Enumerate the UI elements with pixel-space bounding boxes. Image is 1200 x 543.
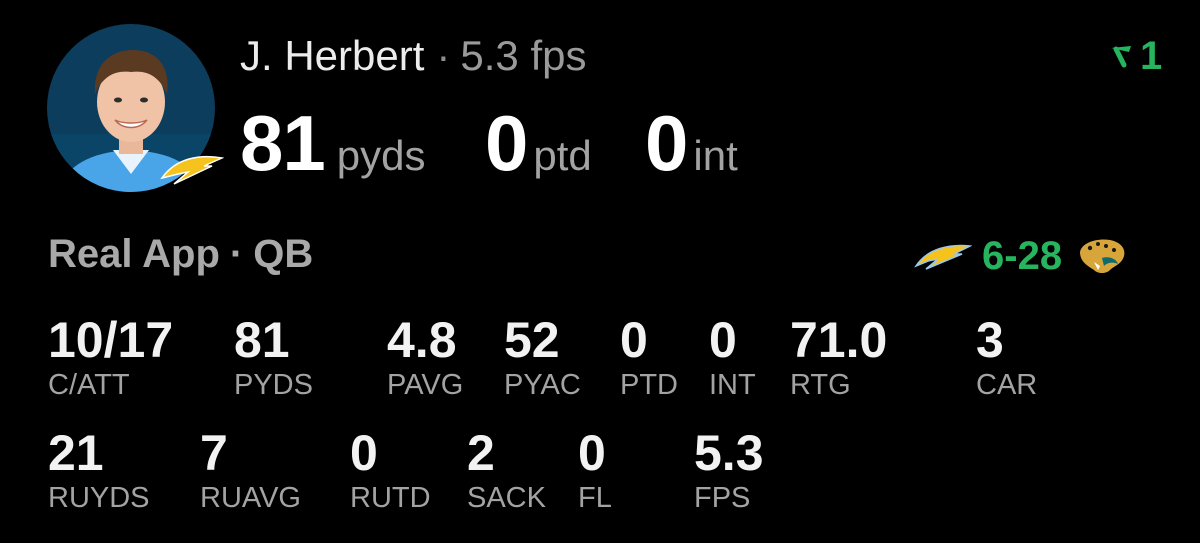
stat-value: 5.3: [694, 425, 764, 481]
stat-fl[interactable]: 0 FL: [578, 425, 612, 515]
stat-value: 2: [467, 425, 495, 481]
stat-car[interactable]: 3 CAR: [976, 312, 1037, 402]
position-label: QB: [253, 232, 314, 276]
stat-pavg[interactable]: 4.8 PAVG: [387, 312, 463, 402]
score-text: 6-28: [982, 233, 1063, 278]
stat-ruyds[interactable]: 21 RUYDS: [48, 425, 150, 515]
stat-c-att[interactable]: 10/17 C/ATT: [48, 312, 173, 402]
chargers-bolt-logo-icon: [914, 244, 972, 270]
chargers-bolt-logo-icon: [160, 155, 224, 185]
interceptions-value: 0: [645, 99, 688, 187]
trend-indicator[interactable]: 1: [1108, 34, 1162, 78]
fantasy-points-unit: fps: [530, 32, 587, 79]
stat-pyds[interactable]: 81 PYDS: [234, 312, 313, 402]
stat-label: RUTD: [350, 482, 431, 514]
stat-label: FL: [578, 482, 612, 514]
stat-value: 0: [620, 312, 648, 368]
stat-label: CAR: [976, 369, 1038, 401]
passing-yards-value: 81: [240, 99, 326, 187]
stat-label: PTD: [620, 369, 678, 401]
stat-value: 52: [504, 312, 560, 368]
stat-int[interactable]: 0 INT: [709, 312, 756, 402]
stat-label: PAVG: [387, 369, 464, 401]
headline-interceptions: 0 int: [645, 98, 738, 189]
jaguars-logo-icon: [1080, 239, 1125, 273]
stat-label: PYAC: [504, 369, 581, 401]
name-separator: ·: [436, 32, 451, 79]
passing-yards-unit: pyds: [336, 132, 426, 179]
headline-stats: 81 pyds 0 ptd 0 int: [240, 98, 738, 188]
stat-value: 81: [234, 312, 290, 368]
stat-label: FPS: [694, 482, 751, 514]
stat-ruavg[interactable]: 7 RUAVG: [200, 425, 301, 515]
stat-value: 0: [709, 312, 737, 368]
stat-label: RUAVG: [200, 482, 301, 514]
headline-passing-td: 0 ptd: [485, 98, 645, 189]
trend-value: 1: [1140, 33, 1163, 78]
stat-value: 10/17: [48, 312, 174, 368]
stat-value: 4.8: [387, 312, 457, 368]
stat-value: 3: [976, 312, 1004, 368]
stat-label: C/ATT: [48, 369, 130, 401]
stat-rutd[interactable]: 0 RUTD: [350, 425, 431, 515]
stat-rtg[interactable]: 71.0 RTG: [790, 312, 887, 402]
player-name[interactable]: J. Herbert: [240, 32, 424, 79]
player-name-line: J. Herbert · 5.3 fps: [240, 30, 586, 82]
passing-td-unit: ptd: [533, 132, 592, 179]
stat-value: 71.0: [790, 312, 888, 368]
stat-ptd[interactable]: 0 PTD: [620, 312, 678, 402]
stat-value: 21: [48, 425, 104, 481]
stat-fps[interactable]: 5.3 FPS: [694, 425, 764, 515]
stat-sack[interactable]: 2 SACK: [467, 425, 546, 515]
stat-pyac[interactable]: 52 PYAC: [504, 312, 581, 402]
subheader-separator: ·: [229, 232, 244, 276]
headline-passing-yards: 81 pyds: [240, 98, 485, 189]
game-score[interactable]: 6-28: [914, 230, 1128, 282]
trend-up-arrow-icon: [1111, 46, 1131, 68]
stat-label: SACK: [467, 482, 546, 514]
fantasy-points-value: 5.3: [460, 32, 519, 79]
source-label: Real App: [48, 232, 220, 276]
stat-value: 0: [578, 425, 606, 481]
stat-value: 0: [350, 425, 378, 481]
player-stats-card: J. Herbert · 5.3 fps 1 81 pyds 0 ptd 0 int…: [0, 0, 1200, 543]
passing-td-value: 0: [485, 99, 528, 187]
stat-label: INT: [709, 369, 756, 401]
interceptions-unit: int: [693, 132, 738, 179]
stat-value: 7: [200, 425, 228, 481]
stat-label: RTG: [790, 369, 851, 401]
stat-label: PYDS: [234, 369, 313, 401]
stat-label: RUYDS: [48, 482, 150, 514]
source-position-line: Real App · QB: [48, 232, 313, 277]
